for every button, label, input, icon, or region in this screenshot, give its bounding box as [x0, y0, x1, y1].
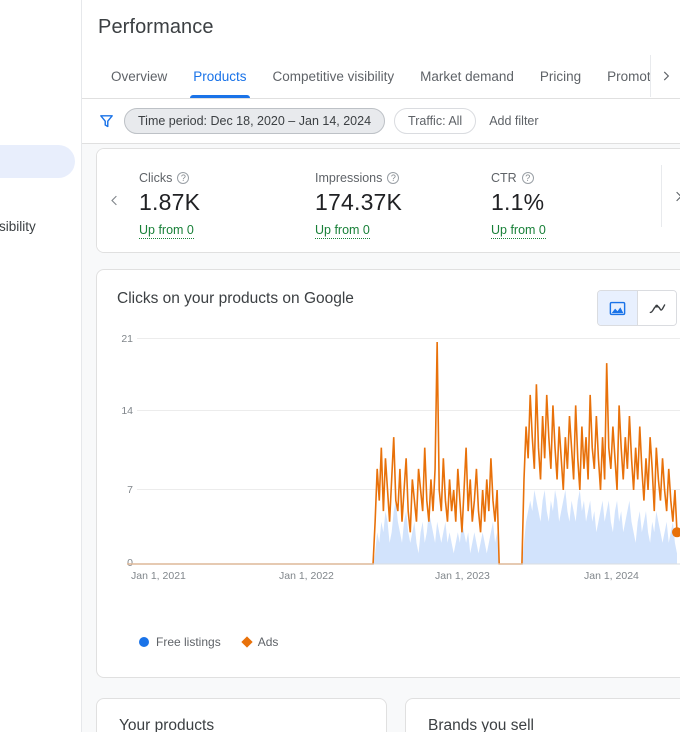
free-listings-marker-icon: [139, 637, 149, 647]
metric-label-impressions-row: Impressions ?: [315, 171, 491, 185]
chevron-right-icon: [676, 191, 680, 201]
legend-item-ads[interactable]: Ads: [241, 635, 279, 649]
your-products-card[interactable]: Your products: [96, 698, 387, 732]
sidebar-item-label-visibility[interactable]: isibility: [0, 219, 36, 234]
metrics-prev-button[interactable]: [97, 149, 131, 252]
metric-card-clicks[interactable]: Clicks ? 1.87K Up from 0: [139, 149, 315, 252]
line-chart-toggle-button[interactable]: [637, 291, 676, 325]
chart-view-toggle: [597, 290, 677, 326]
metric-delta-ctr[interactable]: Up from 0: [491, 223, 546, 239]
metric-delta-clicks[interactable]: Up from 0: [139, 223, 194, 239]
tab-products[interactable]: Products: [180, 55, 259, 98]
metric-label-ctr: CTR: [491, 171, 517, 185]
metric-label-ctr-row: CTR ?: [491, 171, 641, 185]
chevron-right-icon: [663, 71, 669, 81]
tab-overview[interactable]: Overview: [98, 55, 180, 98]
metric-card-ctr[interactable]: CTR ? 1.1% Up from 0: [491, 149, 641, 252]
metric-label-clicks-row: Clicks ?: [139, 171, 315, 185]
legend-label-ads: Ads: [257, 635, 279, 649]
metrics-carousel: Clicks ? 1.87K Up from 0 Impressions ? 1…: [97, 149, 680, 252]
metric-label-impressions: Impressions: [315, 171, 383, 185]
sidebar: isibility: [0, 0, 82, 732]
your-products-title: Your products: [119, 717, 215, 732]
metric-value-impressions: 174.37K: [315, 189, 403, 215]
chart-title: Clicks on your products on Google: [117, 290, 354, 307]
bottom-card-row: Your products Brands you sell: [96, 698, 680, 732]
legend-item-free-listings[interactable]: Free listings: [139, 635, 221, 649]
series-free-listings: [127, 490, 677, 564]
x-tick-2024: Jan 1, 2024: [584, 570, 639, 582]
page-header: Performance Overview Products Competitiv…: [82, 0, 680, 144]
brands-you-sell-card[interactable]: Brands you sell: [405, 698, 680, 732]
tab-competitive-visibility[interactable]: Competitive visibility: [260, 55, 408, 98]
main-content: Performance Overview Products Competitiv…: [82, 0, 680, 732]
tabs-scroll-right-button[interactable]: [650, 55, 680, 97]
chart-legend: Free listings Ads: [139, 635, 278, 649]
metrics-card: Clicks ? 1.87K Up from 0 Impressions ? 1…: [96, 148, 680, 253]
chart-header: Clicks on your products on Google: [97, 270, 680, 326]
line-chart-icon: [649, 303, 665, 313]
metric-card-impressions[interactable]: Impressions ? 174.37K Up from 0: [315, 149, 491, 252]
chevron-left-icon: [110, 195, 117, 206]
chip-time-period[interactable]: Time period: Dec 18, 2020 – Jan 14, 2024: [124, 108, 386, 134]
help-icon[interactable]: ?: [521, 172, 534, 184]
filter-bar: Time period: Dec 18, 2020 – Jan 14, 2024…: [82, 99, 680, 144]
tab-market-demand[interactable]: Market demand: [407, 55, 527, 98]
x-tick-2021: Jan 1, 2021: [131, 570, 186, 582]
metrics-next-button[interactable]: [661, 165, 680, 227]
area-chart-icon: [609, 301, 626, 315]
legend-label-free-listings: Free listings: [156, 635, 221, 649]
area-chart-toggle-button[interactable]: [598, 291, 637, 325]
sidebar-item-selected[interactable]: [0, 145, 75, 178]
tab-pricing[interactable]: Pricing: [527, 55, 594, 98]
help-icon[interactable]: ?: [387, 172, 400, 184]
tab-bar: Overview Products Competitive visibility…: [82, 55, 680, 99]
x-tick-2022: Jan 1, 2022: [279, 570, 334, 582]
metric-value-clicks: 1.87K: [139, 189, 201, 215]
brands-you-sell-title: Brands you sell: [428, 717, 534, 732]
help-icon[interactable]: ?: [177, 172, 190, 184]
chart-plot-area: 21 14 7 0 Jan 1, 2021 Jan 1, 2022 Jan 1,…: [97, 333, 680, 606]
chart-svg[interactable]: [127, 338, 680, 566]
metric-value-ctr: 1.1%: [491, 189, 545, 215]
add-filter-button[interactable]: Add filter: [485, 114, 542, 128]
metric-label-clicks: Clicks: [139, 171, 173, 185]
chart-card: Clicks on your products on Google 21 14 …: [96, 269, 680, 678]
chip-traffic[interactable]: Traffic: All: [394, 108, 477, 134]
filter-funnel-icon[interactable]: [98, 113, 115, 130]
page-title: Performance: [98, 16, 214, 38]
metric-delta-impressions[interactable]: Up from 0: [315, 223, 370, 239]
ads-marker-icon: [241, 636, 253, 648]
x-tick-2023: Jan 1, 2023: [435, 570, 490, 582]
